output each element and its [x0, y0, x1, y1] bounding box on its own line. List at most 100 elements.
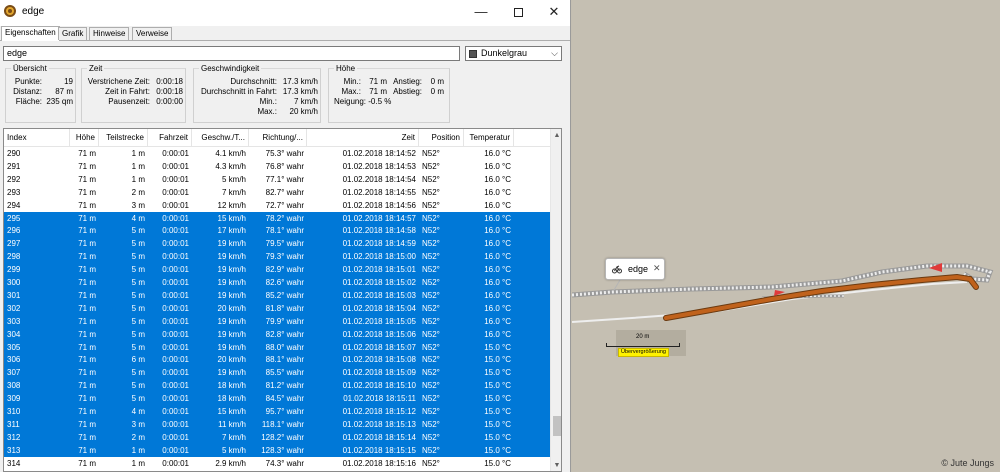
- cell-temperatur: 15.0 °C: [484, 394, 511, 404]
- cell-temperatur: 16.0 °C: [484, 226, 511, 236]
- cell-position: N52°: [422, 394, 440, 404]
- cell-position: N52°: [422, 187, 440, 197]
- cell-fahrzeit: 0:00:01: [162, 278, 189, 287]
- col-hoehe[interactable]: Höhe: [70, 129, 99, 146]
- col-position[interactable]: Position: [419, 129, 464, 146]
- trackpoint-table[interactable]: Index Höhe Teilstrecke Fahrzeit Geschw./…: [3, 128, 562, 472]
- cell-temperatur: 15.0 °C: [484, 419, 511, 429]
- scroll-up-icon[interactable]: ▲: [551, 129, 561, 143]
- cell-geschwindigkeit: 15 km/h: [217, 407, 246, 416]
- table-row[interactable]: 308 71 m 5 m 0:00:01 18 km/h 81.2° wahr 01.02.…: [4, 379, 550, 393]
- table-row[interactable]: 313 71 m 1 m 0:00:01 5 km/h 128.3° wahr 01.02.…: [4, 443, 550, 457]
- table-row[interactable]: 310 71 m 4 m 0:00:01 15 km/h 95.7° wahr 01.02.…: [4, 405, 550, 418]
- map-callout[interactable]: edge ✕: [605, 258, 665, 280]
- cell-teilstrecke: 5 m: [131, 252, 145, 262]
- tab-eigenschaften[interactable]: Eigenschaften: [1, 26, 60, 41]
- motorbike-icon: [612, 265, 622, 274]
- table-row[interactable]: 311 71 m 3 m 0:00:01 11 km/h 118.1° wahr 01.02…: [4, 417, 550, 431]
- col-fahrzeit[interactable]: Fahrzeit: [148, 129, 192, 146]
- col-geschwindigkeit[interactable]: Geschw./T...: [192, 129, 249, 146]
- cell-teilstrecke: 5 m: [131, 303, 145, 313]
- cell-richtung: 75.3° wahr: [265, 149, 304, 158]
- cell-hoehe: 71 m: [78, 329, 96, 339]
- properties-window: edge — ✕ Eigenschaften Grafik Hinweise V…: [0, 0, 571, 472]
- cell-index: 296: [7, 226, 21, 236]
- table-row[interactable]: 303 71 m 5 m 0:00:01 19 km/h 79.9° wahr 01.02.…: [4, 314, 550, 328]
- table-row[interactable]: 305 71 m 5 m 0:00:01 19 km/h 88.0° wahr 01.02.…: [4, 340, 550, 354]
- col-zeit[interactable]: Zeit: [307, 129, 419, 146]
- col-index[interactable]: Index: [4, 129, 70, 146]
- tab-hinweise[interactable]: Hinweise: [89, 27, 130, 40]
- vertical-scrollbar[interactable]: ▲ ▼: [550, 129, 561, 471]
- cell-position: N52°: [422, 278, 440, 287]
- cell-zeit: 01.02.2018 18:15:10: [342, 381, 416, 391]
- cell-fahrzeit: 0:00:01: [162, 368, 189, 378]
- table-row[interactable]: 301 71 m 5 m 0:00:01 19 km/h 85.2° wahr 01.02.…: [4, 288, 550, 302]
- table-row[interactable]: 290 71 m 1 m 0:00:01 4.1 km/h 75.3° wahr 01.02…: [4, 147, 550, 160]
- cell-fahrzeit: 0:00:01: [162, 355, 189, 365]
- table-row[interactable]: 302 71 m 5 m 0:00:01 20 km/h 81.8° wahr 01.02.…: [4, 301, 550, 315]
- cell-fahrzeit: 0:00:01: [162, 329, 189, 339]
- color-select[interactable]: Dunkelgrau ⌵: [465, 46, 562, 61]
- cell-teilstrecke: 3 m: [131, 419, 145, 429]
- tab-grafik[interactable]: Grafik: [58, 27, 88, 40]
- scroll-down-icon[interactable]: ▼: [551, 459, 561, 471]
- close-icon[interactable]: ✕: [653, 263, 661, 274]
- cell-zeit: 01.02.2018 18:15:04: [342, 303, 416, 313]
- cell-teilstrecke: 4 m: [131, 407, 145, 416]
- cell-teilstrecke: 4 m: [131, 213, 145, 223]
- table-row[interactable]: 291 71 m 1 m 0:00:01 4.3 km/h 76.8° wahr 01.02…: [4, 160, 550, 173]
- cell-zeit: 01.02.2018 18:14:57: [342, 213, 416, 223]
- table-row[interactable]: 296 71 m 5 m 0:00:01 17 km/h 78.1° wahr 01.02.…: [4, 224, 550, 238]
- cell-teilstrecke: 5 m: [131, 239, 145, 249]
- cell-index: 307: [7, 368, 21, 378]
- cell-richtung: 82.6° wahr: [265, 278, 304, 287]
- cell-teilstrecke: 1 m: [131, 149, 145, 158]
- cell-index: 300: [7, 278, 21, 287]
- map-view[interactable]: edge ✕ 20 m Übervergrößerung © Jute Jung…: [572, 0, 1000, 472]
- cell-position: N52°: [422, 239, 440, 249]
- table-row[interactable]: 309 71 m 5 m 0:00:01 18 km/h 84.5° wahr 01.02.…: [4, 392, 550, 406]
- cell-fahrzeit: 0:00:01: [162, 419, 189, 429]
- minimize-button[interactable]: —: [463, 0, 499, 24]
- close-button[interactable]: ✕: [536, 0, 570, 24]
- height-max-label: Max.:: [341, 87, 361, 96]
- name-input[interactable]: edge: [3, 46, 460, 61]
- table-row[interactable]: 293 71 m 2 m 0:00:01 7 km/h 82.7° wahr 01.02.2…: [4, 186, 550, 199]
- cell-temperatur: 16.0 °C: [484, 213, 511, 223]
- table-row[interactable]: 312 71 m 2 m 0:00:01 7 km/h 128.2° wahr 01.02.…: [4, 430, 550, 444]
- cell-fahrzeit: 0:00:01: [162, 381, 189, 391]
- speed-label: Min.:: [259, 97, 277, 106]
- scroll-thumb[interactable]: [553, 416, 561, 436]
- speed-label: Durchschnitt in Fahrt:: [200, 87, 277, 96]
- cell-zeit: 01.02.2018 18:15:15: [342, 445, 416, 455]
- table-row[interactable]: 314 71 m 1 m 0:00:01 2.9 km/h 74.3° wahr 01.02…: [4, 457, 550, 470]
- map-canvas[interactable]: [572, 0, 1000, 472]
- cell-temperatur: 16.0 °C: [484, 303, 511, 313]
- cell-richtung: 82.8° wahr: [265, 329, 304, 339]
- cell-position: N52°: [422, 419, 440, 429]
- table-row[interactable]: 292 71 m 1 m 0:00:01 5 km/h 77.1° wahr 01.02.2…: [4, 173, 550, 186]
- col-teilstrecke[interactable]: Teilstrecke: [99, 129, 148, 146]
- table-row[interactable]: 299 71 m 5 m 0:00:01 19 km/h 82.9° wahr 01.02.…: [4, 263, 550, 277]
- table-row[interactable]: 300 71 m 5 m 0:00:01 19 km/h 82.6° wahr 01.02.…: [4, 276, 550, 289]
- col-temperatur[interactable]: Temperatur: [464, 129, 514, 146]
- speed-value: 20 km/h: [289, 107, 318, 116]
- table-row[interactable]: 304 71 m 5 m 0:00:01 19 km/h 82.8° wahr 01.02.…: [4, 327, 550, 341]
- table-row[interactable]: 307 71 m 5 m 0:00:01 19 km/h 85.5° wahr 01.02.…: [4, 366, 550, 380]
- speed-value: 7 km/h: [293, 97, 318, 106]
- table-row[interactable]: 306 71 m 6 m 0:00:01 20 km/h 88.1° wahr 01.02.…: [4, 353, 550, 367]
- tab-verweise[interactable]: Verweise: [132, 27, 173, 40]
- title-bar[interactable]: edge — ✕: [0, 0, 570, 24]
- table-row[interactable]: 295 71 m 4 m 0:00:01 15 km/h 78.2° wahr 01.02.…: [4, 211, 550, 225]
- cell-teilstrecke: 5 m: [131, 342, 145, 352]
- cell-index: 302: [7, 303, 21, 313]
- col-richtung[interactable]: Richtung/...: [249, 129, 307, 146]
- table-row[interactable]: 297 71 m 5 m 0:00:01 19 km/h 79.5° wahr 01.02.…: [4, 237, 550, 251]
- cell-zeit: 01.02.2018 18:14:54: [342, 174, 416, 184]
- maximize-button[interactable]: [500, 0, 536, 24]
- cell-fahrzeit: 0:00:01: [162, 432, 189, 442]
- cell-fahrzeit: 0:00:01: [162, 239, 189, 249]
- table-row[interactable]: 298 71 m 5 m 0:00:01 19 km/h 79.3° wahr 01.02.…: [4, 250, 550, 264]
- table-row[interactable]: 294 71 m 3 m 0:00:01 12 km/h 72.7° wahr 01.02.…: [4, 199, 550, 212]
